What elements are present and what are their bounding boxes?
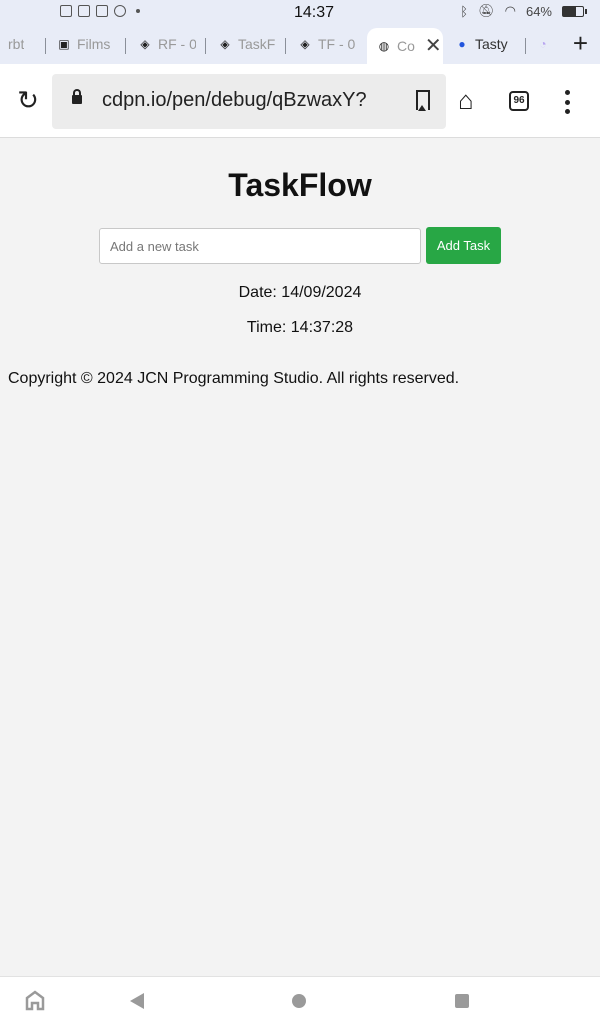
assistant-home-icon[interactable]: [24, 989, 46, 1011]
circle-icon: ◔: [539, 37, 547, 51]
tab[interactable]: ▣ Films: [57, 28, 117, 60]
copyright-footer: Copyright © 2024 JCN Programming Studio.…: [8, 370, 460, 387]
codepen-icon: ◈: [220, 37, 230, 51]
tab-title: RF - 0: [158, 36, 196, 52]
codepen-icon: ◈: [300, 37, 310, 51]
recents-icon[interactable]: [455, 994, 469, 1008]
tab[interactable]: ● Tasty: [455, 28, 517, 60]
tab-title: Tasty: [475, 36, 508, 52]
notification-icons: [60, 5, 140, 17]
url-text[interactable]: cdpn.io/pen/debug/qBzwaxY?: [102, 89, 402, 112]
image-icon: [60, 5, 72, 17]
reload-icon[interactable]: ↻: [14, 86, 42, 114]
wifi-icon: ◠: [504, 3, 516, 18]
tab-switcher-button[interactable]: 96: [509, 91, 529, 111]
tab[interactable]: ◈ TaskF: [218, 28, 276, 60]
home-button-icon[interactable]: [292, 994, 306, 1008]
tab-title: TaskF: [238, 36, 276, 52]
mute-icon: 🔕︎: [478, 3, 495, 18]
calendar-icon: [78, 5, 90, 17]
tv-icon: ▣: [58, 37, 70, 51]
page-title: TaskFlow: [228, 167, 372, 203]
tab[interactable]: ◈ TF - 0: [298, 28, 356, 60]
home-icon[interactable]: ⌂: [458, 86, 474, 114]
tab-active[interactable]: ◍ Co ✕: [367, 28, 443, 64]
close-tab-icon[interactable]: ✕: [425, 36, 442, 56]
address-bar[interactable]: cdpn.io/pen/debug/qBzwaxY?: [52, 74, 446, 129]
new-tab-button[interactable]: +: [573, 28, 588, 58]
tab-separator: [45, 38, 46, 54]
battery-percent: 64%: [525, 3, 552, 19]
tab-strip: rbt ▣ Films ◈ RF - 0 ◈ TaskF ◈ TF - 0 ◍ …: [0, 24, 600, 64]
tab-separator: [285, 38, 286, 54]
tab-separator: [205, 38, 206, 54]
system-nav-bar: [0, 976, 600, 1024]
tab-title: TF - 0: [318, 36, 356, 52]
date-display: Date: 14/09/2024: [238, 284, 362, 301]
calendar-icon: [96, 5, 108, 17]
bookmark-icon[interactable]: [416, 90, 430, 111]
back-icon[interactable]: [130, 993, 144, 1009]
status-bar: 14:37 ᛒ 🔕︎ ◠ 64%: [0, 0, 600, 24]
tasty-icon: ●: [458, 37, 466, 51]
browser-toolbar: ↻ cdpn.io/pen/debug/qBzwaxY? ⌂ 96: [0, 64, 600, 138]
tab-separator: [125, 38, 126, 54]
time-display: Time: 14:37:28: [246, 319, 354, 336]
battery-icon: [562, 5, 587, 17]
tab-separator: [525, 38, 526, 54]
chat-icon: [114, 5, 126, 17]
lock-icon[interactable]: [72, 89, 82, 104]
tab-title: Films: [77, 36, 111, 52]
add-task-button[interactable]: Add Task: [426, 227, 501, 264]
tab[interactable]: ◔: [536, 28, 550, 60]
task-input[interactable]: [99, 228, 421, 264]
page-content: TaskFlow Add Task Date: 14/09/2024 Time:…: [0, 139, 600, 976]
system-icons: ᛒ 🔕︎ ◠ 64%: [460, 3, 587, 19]
tab-title: rbt: [8, 36, 25, 52]
tab[interactable]: rbt: [8, 28, 38, 60]
tab-title: Co: [397, 38, 415, 54]
globe-icon: ◍: [378, 39, 390, 53]
menu-icon[interactable]: [559, 90, 575, 114]
more-notifications-icon: [136, 9, 140, 13]
codepen-icon: ◈: [140, 37, 150, 51]
tab[interactable]: ◈ RF - 0: [138, 28, 196, 60]
bluetooth-icon: ᛒ: [460, 3, 469, 19]
